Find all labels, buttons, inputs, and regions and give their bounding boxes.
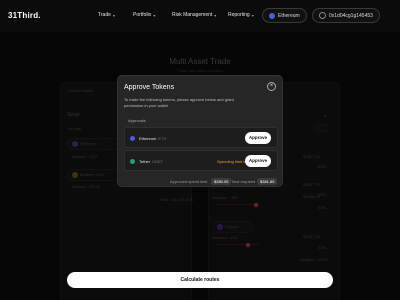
app-logo[interactable]: 31Third. <box>8 11 41 20</box>
token-symbol: ETH <box>158 136 167 141</box>
token-symbol: USDT <box>152 159 164 164</box>
modal-title: Approve Tokens <box>124 84 175 91</box>
approved-spend-value: $280.05 <box>211 178 232 185</box>
approved-spend-label: Approved spend limit <box>170 179 208 184</box>
wallet-address: 0x1d04cg1g145453 <box>329 12 373 19</box>
total-required-label: Total required <box>231 179 256 184</box>
nav-portfolio[interactable]: Portfolio ▾ <box>133 12 155 18</box>
approvals-label: Approvals <box>128 118 146 123</box>
wallet-icon <box>319 12 326 19</box>
chevron-down-icon: ▾ <box>112 12 115 18</box>
approval-row-ethereum: Ethereum ETH Approve <box>124 127 278 148</box>
approval-row-tether: Tether USDT Spending limit too Approve <box>124 150 278 171</box>
wallet-button[interactable]: 0x1d04cg1g145453 <box>312 8 380 23</box>
ethereum-icon <box>269 12 275 19</box>
approve-tokens-modal: Approve Tokens × To trade the following … <box>117 75 283 187</box>
nav-trade-label: Trade <box>98 12 111 18</box>
nav-trade[interactable]: Trade ▾ <box>98 12 115 18</box>
tether-icon <box>130 159 135 164</box>
approval-token-ethereum: Ethereum ETH <box>130 136 166 141</box>
close-icon[interactable]: × <box>267 82 276 91</box>
approval-token-tether: Tether USDT <box>130 159 163 164</box>
nav-risk-management[interactable]: Risk Management ▾ <box>172 12 216 18</box>
approve-tether-button[interactable]: Approve <box>245 155 271 167</box>
token-name: Tether <box>139 159 151 164</box>
calculate-routes-button[interactable]: Calculate routes <box>67 272 333 288</box>
network-selector[interactable]: Ethereum <box>262 8 307 23</box>
network-label: Ethereum <box>278 12 300 19</box>
top-nav: 31Third. Trade ▾ Portfolio ▾ Risk Manage… <box>0 0 400 32</box>
nav-risk-management-label: Risk Management <box>172 12 213 18</box>
nav-reporting[interactable]: Reporting ▾ <box>228 12 254 18</box>
approve-ethereum-button[interactable]: Approve <box>245 132 271 144</box>
nav-reporting-label: Reporting <box>228 12 250 18</box>
token-name: Ethereum <box>139 136 157 141</box>
total-required-value: $381.85 <box>257 178 278 185</box>
nav-portfolio-label: Portfolio <box>133 12 152 18</box>
chevron-down-icon: ▾ <box>214 12 217 18</box>
chevron-down-icon: ▾ <box>251 12 254 18</box>
ethereum-icon <box>130 136 135 141</box>
chevron-down-icon: ▾ <box>153 12 156 18</box>
modal-description: To trade the following tokens, please ap… <box>124 97 234 108</box>
